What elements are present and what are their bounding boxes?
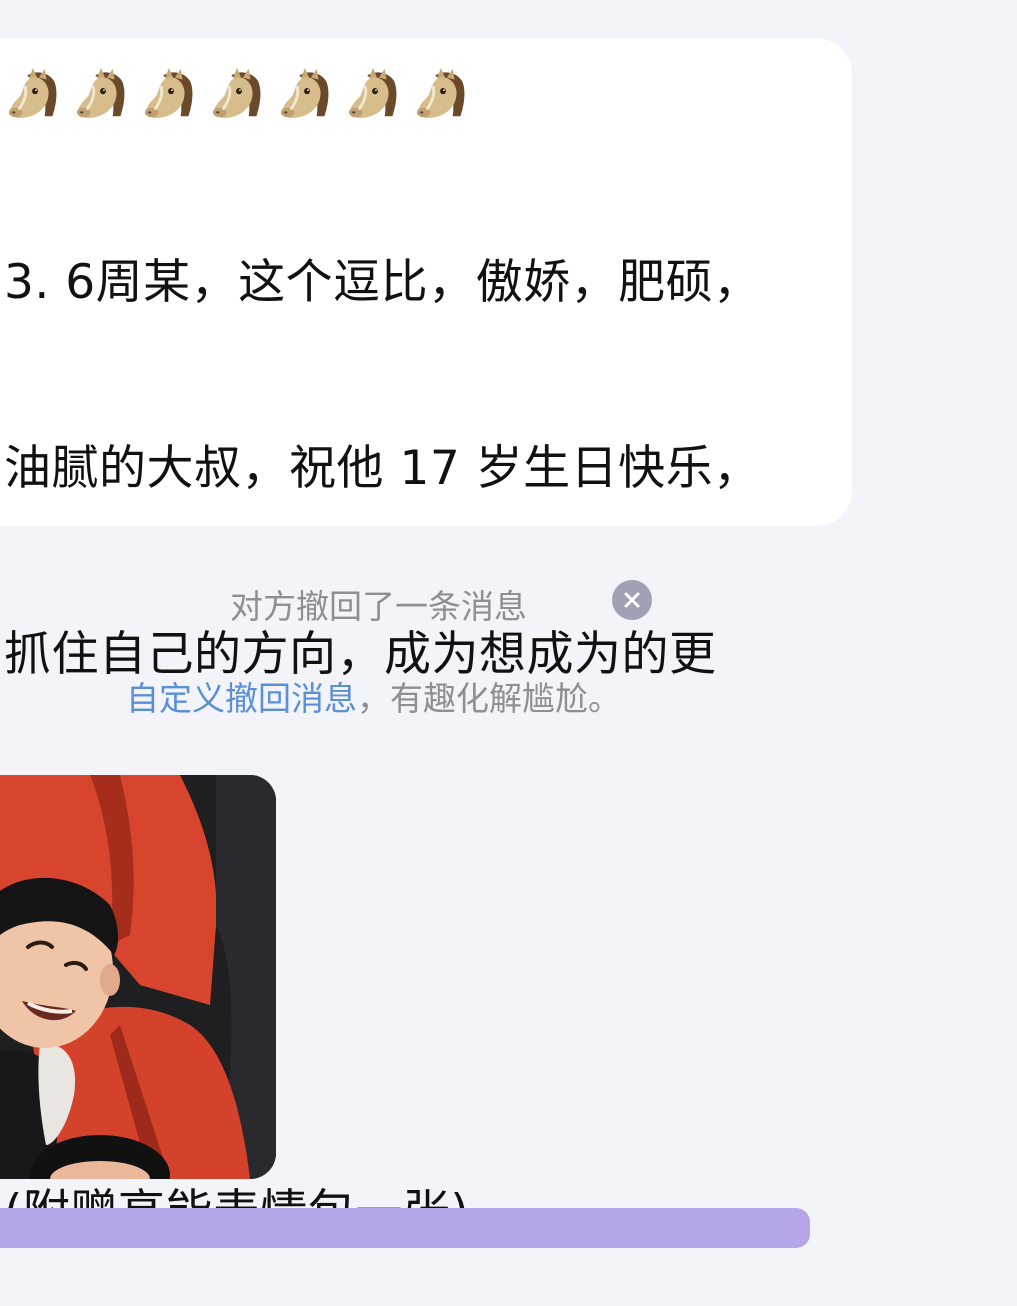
horse-face-icon [211,66,262,120]
custom-recall-link[interactable]: 自定义撤回消息 [126,679,357,718]
horse-face-icon [143,66,194,120]
close-x-glyph [624,592,640,608]
sticker-image [0,775,276,1179]
horse-face-icon [415,66,466,120]
horse-face-icon [7,66,58,120]
recall-notice-text: 对方撤回了一条消息 [230,587,527,626]
input-bar[interactable] [0,1208,810,1248]
close-icon[interactable] [612,580,652,620]
custom-recall-suffix: ，有趣化解尴尬。 [357,679,621,718]
message-line: 3. 6周某，这个逗比，傲娇，肥硕， [4,255,761,310]
sticker-photo[interactable] [0,775,276,1179]
message-line: 油腻的大叔，祝他 17 岁生日快乐， [4,441,761,496]
custom-recall-hint: 自定义撤回消息，有趣化解尴尬。 [126,672,621,720]
recall-notice: 对方撤回了一条消息 [0,576,1017,626]
horse-face-icon [279,66,330,120]
emoji-row [6,66,472,126]
horse-face-icon [75,66,126,120]
horse-face-icon [347,66,398,120]
